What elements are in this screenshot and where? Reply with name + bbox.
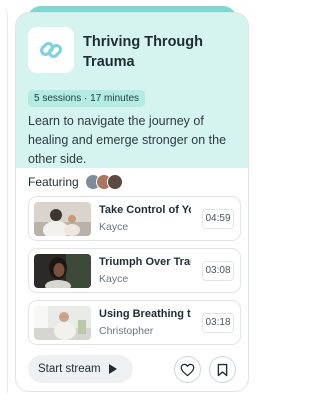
play-icon <box>108 364 117 374</box>
track-title: Triumph Over Trau... <box>99 256 191 268</box>
track-author: Kayce <box>99 273 129 285</box>
track-item[interactable]: Take Control of Yo... Kayce 04:59 <box>28 196 241 241</box>
course-card[interactable]: Thriving Through Trauma 5 sessions · 17 … <box>15 12 249 392</box>
featured-avatars[interactable] <box>84 174 123 190</box>
track-duration: 03:18 <box>202 313 234 333</box>
track-item[interactable]: Triumph Over Trau... Kayce 03:08 <box>28 248 241 293</box>
track-duration: 03:08 <box>202 261 234 281</box>
course-description: Learn to navigate the journey of healing… <box>28 114 227 166</box>
avatar <box>106 174 123 190</box>
track-thumbnail <box>34 202 91 236</box>
heart-icon <box>180 363 195 376</box>
featuring-label: Featuring <box>28 175 79 189</box>
start-stream-button[interactable]: Start stream <box>28 355 133 383</box>
course-title: Thriving Through Trauma <box>83 34 204 70</box>
track-duration: 04:59 <box>202 209 234 229</box>
track-thumbnail <box>34 254 91 288</box>
previous-card-edge <box>0 7 8 393</box>
track-author: Christopher <box>99 325 154 337</box>
bookmark-button[interactable] <box>209 356 236 383</box>
track-title: Using Breathing to... <box>99 308 191 320</box>
track-list: Take Control of Yo... Kayce 04:59 Triump… <box>28 196 241 352</box>
track-item[interactable]: Using Breathing to... Christopher 03:18 <box>28 300 241 345</box>
featuring-row: Featuring <box>28 172 123 192</box>
link-icon <box>39 41 63 59</box>
favorite-button[interactable] <box>174 356 201 383</box>
course-logo <box>28 27 74 73</box>
track-title: Take Control of Yo... <box>99 204 191 216</box>
track-thumbnail <box>34 306 91 340</box>
course-header: Thriving Through Trauma 5 sessions · 17 … <box>16 13 248 168</box>
bookmark-icon <box>217 363 228 376</box>
track-author: Kayce <box>99 221 129 233</box>
start-stream-label: Start stream <box>38 363 101 375</box>
course-meta-badge: 5 sessions · 17 minutes <box>28 90 146 107</box>
